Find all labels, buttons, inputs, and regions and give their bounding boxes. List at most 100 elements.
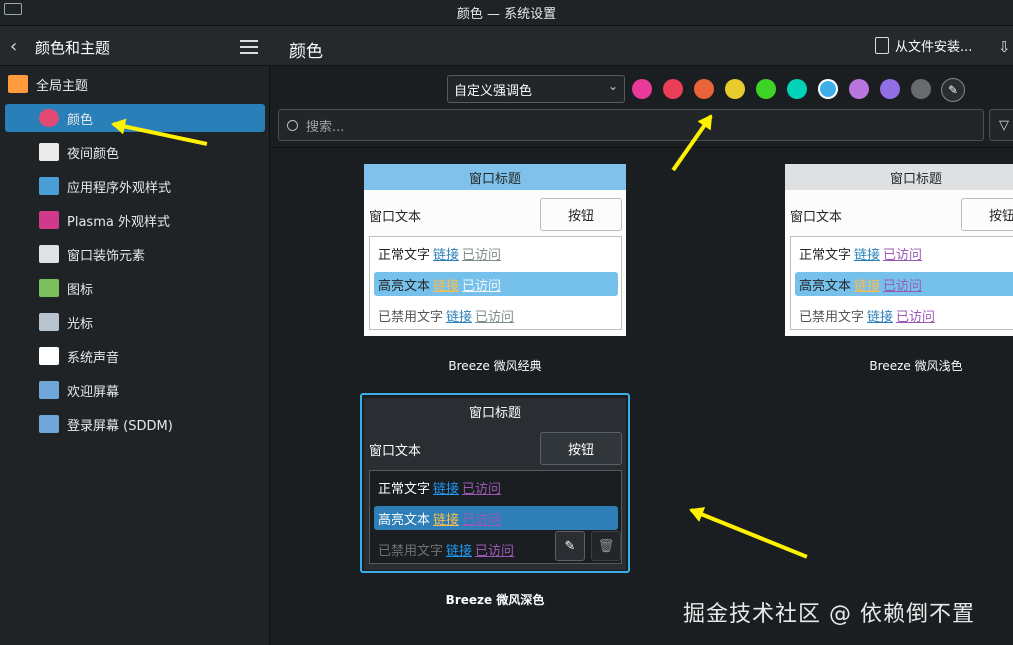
preview-link: 链接 [433,247,460,263]
sidebar-item-label: 应用程序外观样式 [67,180,172,196]
preview-disabled-link: 链接 [867,309,894,325]
sidebar-item-label: 图标 [67,282,94,298]
sidebar-item-label: 系统声音 [67,350,120,366]
plasma-style-icon [39,211,59,229]
accent-select-value: 自定义强调色 [454,83,533,99]
preview-window-text: 窗口文本 [790,210,843,225]
preview-highlight-row: 高亮文本 链接 已访问 [795,272,1013,296]
night-color-icon [39,143,59,161]
scheme-preview: 窗口标题 窗口文本 按钮 正常文字 链接 已访问 高亮文本 链接 已访问 已禁用… [364,164,626,336]
color-scheme-card[interactable]: 窗口标题 窗口文本 按钮 正常文字 链接 已访问 高亮文本 链接 已访问 已禁用… [785,164,1013,336]
accent-swatch[interactable] [911,79,931,99]
chevron-down-icon: ⌄ [607,79,618,93]
sidebar-item-6[interactable]: 图标 [5,274,265,302]
accent-swatch[interactable] [632,79,652,99]
filter-icon: ▽ [999,117,1009,133]
color-picker-icon[interactable]: ✎ [941,78,965,102]
scheme-preview: 窗口标题 窗口文本 按钮 正常文字 链接 已访问 高亮文本 链接 已访问 已禁用… [785,164,1013,336]
sidebar-item-4[interactable]: Plasma 外观样式 [5,206,265,234]
search-placeholder: 搜索... [306,119,345,135]
edit-scheme-button[interactable]: ✎ [555,531,585,561]
preview-window-text: 窗口文本 [369,210,422,225]
sidebar-item-8[interactable]: 系统声音 [5,342,265,370]
preview-normal-row: 正常文字 链接 已访问 [795,241,1013,265]
preview-disabled-visited: 已访问 [896,309,936,325]
preview-titlebar: 窗口标题 [364,164,626,190]
preview-button: 按钮 [961,198,1013,231]
download-icon[interactable]: ⇩ [998,38,1011,56]
preview-normal-text: 正常文字 [799,247,852,263]
preview-disabled-visited: 已访问 [475,309,515,325]
preview-highlight-text: 高亮文本 [799,278,852,294]
scheme-name: Breeze 微风经典 [448,359,542,373]
preview-highlight-link: 链接 [854,278,881,294]
preview-highlight-visited: 已访问 [462,278,502,294]
sidebar-item-2[interactable]: 夜间颜色 [5,138,265,166]
preview-disabled-text: 已禁用文字 [799,309,865,325]
preview-view: 正常文字 链接 已访问 高亮文本 链接 已访问 已禁用文字 链接 已访问 [369,236,622,330]
window-titlebar: 颜色 — 系统设置 [0,0,1013,26]
preview-normal-row: 正常文字 链接 已访问 [374,241,618,265]
preview-disabled-row: 已禁用文字 链接 已访问 [374,303,618,327]
splash-icon [39,381,59,399]
selected-scheme-outline [360,393,630,573]
app-style-icon [39,177,59,195]
preview-visited: 已访问 [462,247,502,263]
header-bar [0,26,1013,66]
preview-button: 按钮 [540,198,622,231]
accent-swatch[interactable] [694,79,714,99]
sidebar-item-label: 全局主题 [36,78,89,94]
preview-highlight-visited: 已访问 [883,278,923,294]
icons-icon [39,279,59,297]
preview-link: 链接 [854,247,881,263]
accent-swatch[interactable] [818,79,838,99]
accent-swatch[interactable] [849,79,869,99]
delete-scheme-button[interactable]: 🗑 [591,531,621,561]
preview-highlight-link: 链接 [433,278,460,294]
sidebar-item-label: 窗口装饰元素 [67,248,146,264]
sidebar-item-label: 登录屏幕 (SDDM) [67,418,173,434]
sidebar-item-label: Plasma 外观样式 [67,214,170,230]
back-arrow-icon[interactable]: ‹ [10,36,17,57]
sidebar-item-9[interactable]: 欢迎屏幕 [5,376,265,404]
trash-icon: 🗑 [597,538,615,554]
login-screen-icon [39,415,59,433]
divider [271,147,1013,148]
sidebar-item-label: 颜色 [67,112,94,128]
scheme-name: Breeze 微风浅色 [869,359,963,373]
sidebar-item-10[interactable]: 登录屏幕 (SDDM) [5,410,265,438]
sidebar-item-label: 光标 [67,316,94,332]
window-decoration-icon [39,245,59,263]
preview-normal-text: 正常文字 [378,247,431,263]
accent-color-select[interactable]: 自定义强调色 ⌄ [447,75,625,103]
global-theme-icon [8,75,28,93]
accent-swatch[interactable] [756,79,776,99]
color-wheel-icon [39,109,59,127]
install-from-file-button[interactable]: 从文件安装... [875,36,972,55]
search-icon [287,119,298,131]
color-scheme-card[interactable]: 窗口标题 窗口文本 按钮 正常文字 链接 已访问 高亮文本 链接 已访问 已禁用… [364,164,626,336]
accent-swatch[interactable] [880,79,900,99]
sidebar-item-0[interactable]: 全局主题 [5,70,265,98]
window-title: 颜色 — 系统设置 [456,7,557,22]
app-icon [4,3,22,15]
preview-view: 正常文字 链接 已访问 高亮文本 链接 已访问 已禁用文字 链接 已访问 [790,236,1013,330]
accent-swatch[interactable] [663,79,683,99]
filter-button[interactable]: ▽ [989,109,1013,141]
scheme-name: Breeze 微风深色 [445,593,545,607]
sound-icon [39,347,59,365]
sidebar-item-3[interactable]: 应用程序外观样式 [5,172,265,200]
sidebar-title: 颜色和主题 [35,39,111,57]
pencil-icon: ✎ [564,538,576,554]
sidebar-item-label: 夜间颜色 [67,146,120,162]
accent-swatch[interactable] [787,79,807,99]
sidebar-item-7[interactable]: 光标 [5,308,265,336]
sidebar-item-label: 欢迎屏幕 [67,384,120,400]
watermark: 掘金技术社区 @ 依赖倒不置 [683,602,975,627]
search-input[interactable]: 搜索... [278,109,984,141]
accent-swatch[interactable] [725,79,745,99]
preview-highlight-text: 高亮文本 [378,278,431,294]
preview-disabled-row: 已禁用文字 链接 已访问 [795,303,1013,327]
sidebar-item-5[interactable]: 窗口装饰元素 [5,240,265,268]
hamburger-menu-icon[interactable] [240,40,258,54]
